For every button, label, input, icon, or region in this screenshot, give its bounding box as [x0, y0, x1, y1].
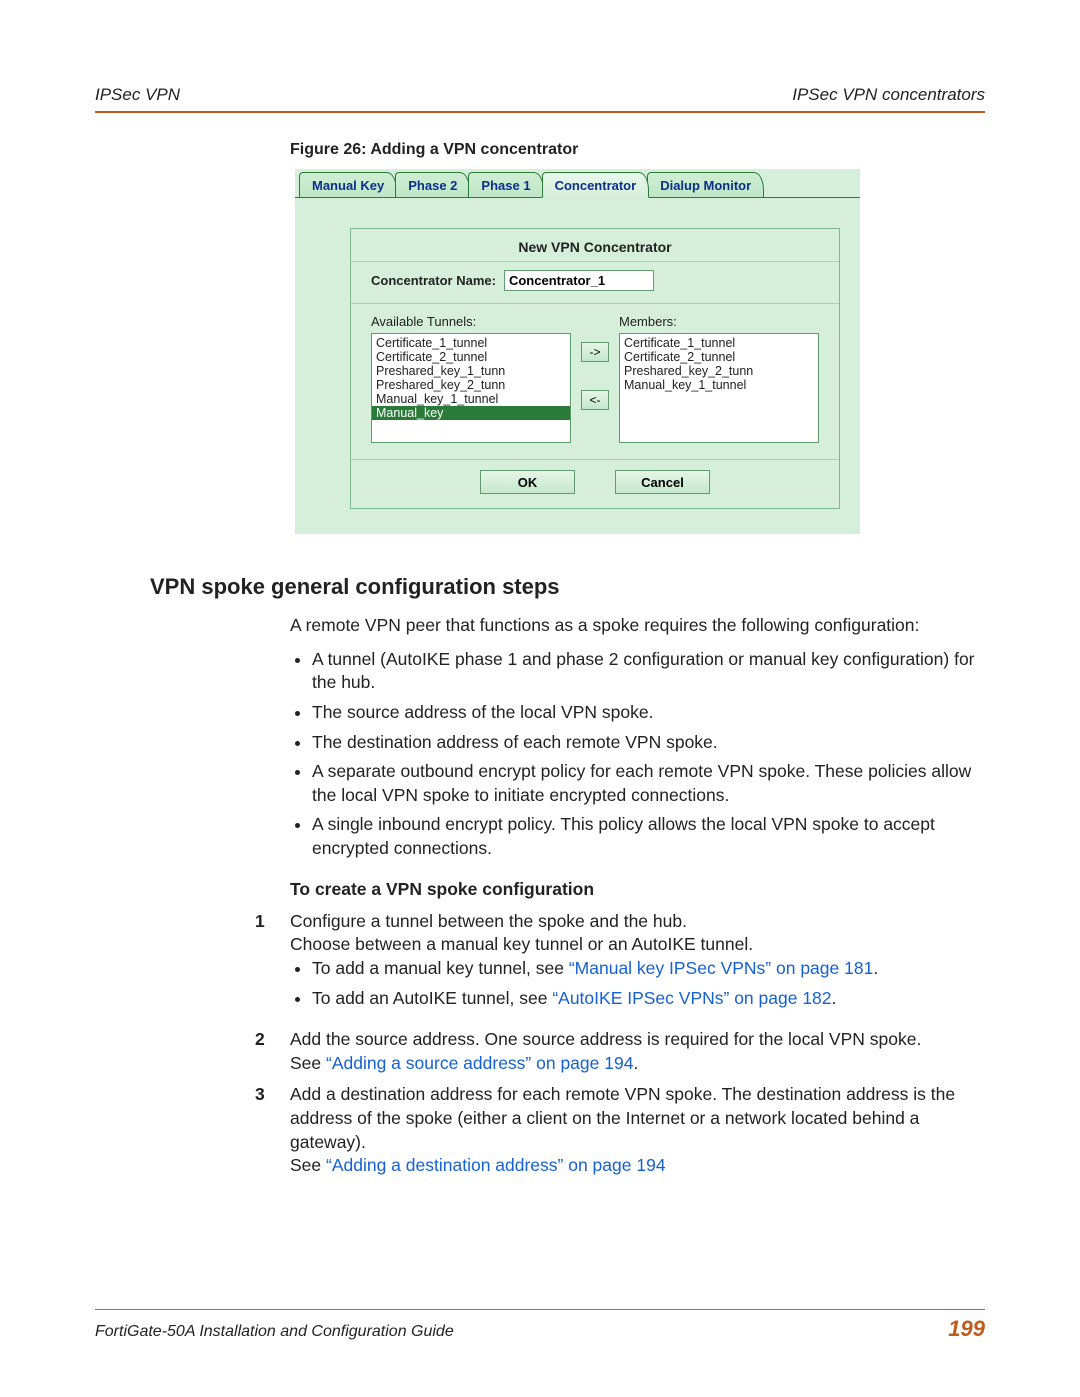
section-heading: VPN spoke general configuration steps: [150, 574, 985, 600]
config-bullets: A tunnel (AutoIKE phase 1 and phase 2 co…: [290, 648, 985, 861]
text: See: [290, 1155, 326, 1175]
procedure-subhead: To create a VPN spoke configuration: [290, 879, 985, 900]
bullet-item: The source address of the local VPN spok…: [312, 701, 985, 725]
running-head-right: IPSec VPN concentrators: [792, 85, 985, 105]
running-head: IPSec VPN IPSec VPN concentrators: [95, 85, 985, 109]
head-rule: [95, 111, 985, 113]
step-text: Add the source address. One source addre…: [290, 1029, 921, 1049]
bullet-item: To add a manual key tunnel, see “Manual …: [312, 957, 985, 981]
page: IPSec VPN IPSec VPN concentrators Figure…: [0, 0, 1080, 1397]
footer-row: FortiGate-50A Installation and Configura…: [95, 1316, 985, 1342]
vpn-concentrator-screenshot: Manual Key Phase 2 Phase 1 Concentrator …: [295, 169, 860, 534]
remove-button[interactable]: <-: [581, 390, 609, 410]
members-column: Members: Certificate_1_tunnel Certificat…: [619, 314, 819, 443]
page-footer: FortiGate-50A Installation and Configura…: [95, 1309, 985, 1342]
step-body: Add the source address. One source addre…: [290, 1028, 985, 1075]
available-label: Available Tunnels:: [371, 314, 571, 329]
arrow-column: -> <-: [581, 314, 609, 410]
tab-phase-2[interactable]: Phase 2: [395, 172, 470, 197]
dual-list: Available Tunnels: Certificate_1_tunnel …: [351, 304, 839, 459]
step-text: Choose between a manual key tunnel or an…: [290, 934, 753, 954]
tab-phase-1[interactable]: Phase 1: [468, 172, 543, 197]
members-listbox[interactable]: Certificate_1_tunnel Certificate_2_tunne…: [619, 333, 819, 443]
step-3: 3 Add a destination address for each rem…: [255, 1083, 985, 1178]
concentrator-name-input[interactable]: [504, 270, 654, 291]
list-item[interactable]: Preshared_key_2_tunn: [620, 364, 818, 378]
bullet-item: To add an AutoIKE tunnel, see “AutoIKE I…: [312, 987, 985, 1011]
cancel-button[interactable]: Cancel: [615, 470, 710, 494]
tab-concentrator[interactable]: Concentrator: [542, 172, 650, 198]
step-body: Add a destination address for each remot…: [290, 1083, 985, 1178]
members-label: Members:: [619, 314, 819, 329]
step-text: Add a destination address for each remot…: [290, 1084, 955, 1151]
list-item[interactable]: Manual_key_1_tunnel: [620, 378, 818, 392]
bullet-item: A separate outbound encrypt policy for e…: [312, 760, 985, 807]
text: To add an AutoIKE tunnel, see: [312, 988, 552, 1008]
bullet-item: The destination address of each remote V…: [312, 731, 985, 755]
xref-manual-key[interactable]: “Manual key IPSec VPNs” on page 181: [569, 958, 873, 978]
add-button[interactable]: ->: [581, 342, 609, 362]
list-item[interactable]: Manual_key_1_tunnel: [372, 392, 570, 406]
footer-title: FortiGate-50A Installation and Configura…: [95, 1323, 454, 1341]
list-item[interactable]: Certificate_1_tunnel: [372, 336, 570, 350]
text: See: [290, 1053, 326, 1073]
tab-row: Manual Key Phase 2 Phase 1 Concentrator …: [295, 169, 860, 198]
list-item[interactable]: Preshared_key_2_tunn: [372, 378, 570, 392]
tab-dialup-monitor[interactable]: Dialup Monitor: [647, 172, 764, 197]
bullet-item: A tunnel (AutoIKE phase 1 and phase 2 co…: [312, 648, 985, 695]
list-item[interactable]: Certificate_2_tunnel: [620, 350, 818, 364]
bullet-item: A single inbound encrypt policy. This po…: [312, 813, 985, 860]
available-listbox[interactable]: Certificate_1_tunnel Certificate_2_tunne…: [371, 333, 571, 443]
page-number: 199: [948, 1316, 985, 1342]
available-column: Available Tunnels: Certificate_1_tunnel …: [371, 314, 571, 443]
text: .: [873, 958, 878, 978]
step-number: 1: [255, 910, 290, 1021]
panel-title: New VPN Concentrator: [351, 229, 839, 262]
ok-button[interactable]: OK: [480, 470, 575, 494]
text: .: [832, 988, 837, 1008]
list-item[interactable]: Preshared_key_1_tunn: [372, 364, 570, 378]
step-1: 1 Configure a tunnel between the spoke a…: [255, 910, 985, 1021]
xref-source-address[interactable]: “Adding a source address” on page 194: [326, 1053, 633, 1073]
list-item[interactable]: Certificate_1_tunnel: [620, 336, 818, 350]
running-head-left: IPSec VPN: [95, 85, 180, 105]
concentrator-panel: New VPN Concentrator Concentrator Name: …: [350, 228, 840, 509]
step-2: 2 Add the source address. One source add…: [255, 1028, 985, 1075]
ok-cancel-row: OK Cancel: [351, 459, 839, 508]
figure-caption: Figure 26: Adding a VPN concentrator: [290, 141, 985, 159]
step-sub-bullets: To add a manual key tunnel, see “Manual …: [290, 957, 985, 1010]
step-number: 2: [255, 1028, 290, 1075]
concentrator-name-label: Concentrator Name:: [371, 273, 496, 288]
list-item[interactable]: Manual_key: [372, 406, 570, 420]
text: To add a manual key tunnel, see: [312, 958, 569, 978]
tab-manual-key[interactable]: Manual Key: [299, 172, 397, 197]
step-text: Configure a tunnel between the spoke and…: [290, 911, 687, 931]
step-body: Configure a tunnel between the spoke and…: [290, 910, 985, 1021]
xref-destination-address[interactable]: “Adding a destination address” on page 1…: [326, 1155, 666, 1175]
concentrator-name-row: Concentrator Name:: [351, 262, 839, 304]
list-item[interactable]: Certificate_2_tunnel: [372, 350, 570, 364]
step-number: 3: [255, 1083, 290, 1178]
xref-autoike[interactable]: “AutoIKE IPSec VPNs” on page 182: [552, 988, 831, 1008]
footer-rule: [95, 1309, 985, 1310]
intro-paragraph: A remote VPN peer that functions as a sp…: [290, 614, 985, 638]
text: .: [633, 1053, 638, 1073]
